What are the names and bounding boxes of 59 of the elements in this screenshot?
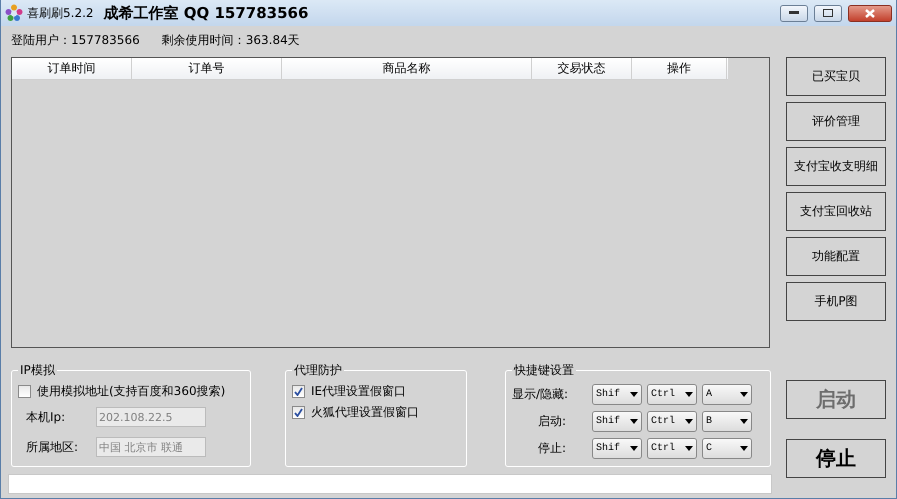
fake-address-checkbox[interactable]: 使用模拟地址(支持百度和360搜索) [18, 381, 244, 402]
field-label: 所属地区: [26, 438, 80, 456]
checkbox-label: IE代理设置假窗口 [311, 383, 406, 400]
hotkey-label: 显示/隐藏: [512, 386, 570, 403]
caret-icon [630, 446, 638, 451]
side-button[interactable]: 评价管理 [786, 102, 886, 141]
stop-button[interactable]: 停止 [786, 439, 886, 478]
key-dropdown[interactable]: C [702, 438, 752, 459]
column-header[interactable]: 交易状态 [532, 58, 632, 79]
checkbox[interactable] [292, 406, 305, 419]
minimize-icon [789, 11, 799, 15]
key-dropdown[interactable]: Shif [592, 384, 642, 405]
checkbox[interactable] [292, 385, 305, 398]
side-button[interactable]: 支付宝收支明细 [786, 147, 886, 186]
app-name: 喜刷刷5.2.2 [27, 4, 94, 22]
minimize-button[interactable] [780, 4, 808, 22]
hotkey-label: 启动: [536, 413, 568, 430]
close-icon [865, 8, 875, 18]
checkbox[interactable] [18, 385, 31, 398]
check-icon [294, 387, 303, 396]
column-header[interactable]: 订单时间 [12, 58, 132, 79]
side-button[interactable]: 已买宝贝 [786, 57, 886, 96]
maximize-button[interactable] [814, 4, 842, 22]
info-text: 剩余使用时间：363.84天 [162, 32, 300, 48]
group-title: IP模拟 [19, 362, 56, 379]
status-field[interactable] [8, 474, 772, 494]
caret-icon [685, 392, 693, 397]
logo-icon [5, 4, 23, 22]
group-title: 代理防护 [293, 362, 343, 379]
caret-icon [740, 419, 748, 424]
key-dropdown[interactable]: Ctrl [647, 384, 697, 405]
caret-icon [740, 446, 748, 451]
field-label: 本机Ip: [26, 408, 66, 426]
caret-icon [685, 446, 693, 451]
key-dropdown[interactable]: Shif [592, 411, 642, 432]
caret-icon [685, 419, 693, 424]
close-button[interactable] [848, 4, 892, 22]
column-header[interactable]: 商品名称 [282, 58, 532, 79]
caret-icon [630, 392, 638, 397]
column-header[interactable]: 操作 [632, 58, 727, 79]
check-icon [294, 408, 303, 417]
group-title: 快捷键设置 [512, 362, 575, 379]
side-button[interactable]: 功能配置 [786, 237, 886, 276]
key-dropdown[interactable]: B [702, 411, 752, 432]
caret-icon [740, 392, 748, 397]
caret-icon [630, 419, 638, 424]
hotkey-label: 停止: [536, 440, 568, 457]
maximize-icon [823, 9, 833, 17]
checkbox-label: 使用模拟地址(支持百度和360搜索) [37, 383, 226, 400]
key-dropdown[interactable]: Shif [592, 438, 642, 459]
key-dropdown[interactable]: A [702, 384, 752, 405]
side-button[interactable]: 支付宝回收站 [786, 192, 886, 231]
key-dropdown[interactable]: Ctrl [647, 411, 697, 432]
window-title: 成希工作室 QQ 157783566 [104, 4, 308, 22]
info-text: 登陆用户：157783566 [11, 32, 140, 48]
side-button[interactable]: 手机P图 [786, 282, 886, 321]
column-header[interactable]: 订单号 [132, 58, 282, 79]
key-dropdown[interactable]: Ctrl [647, 438, 697, 459]
checkbox-label: 火狐代理设置假窗口 [311, 404, 419, 421]
